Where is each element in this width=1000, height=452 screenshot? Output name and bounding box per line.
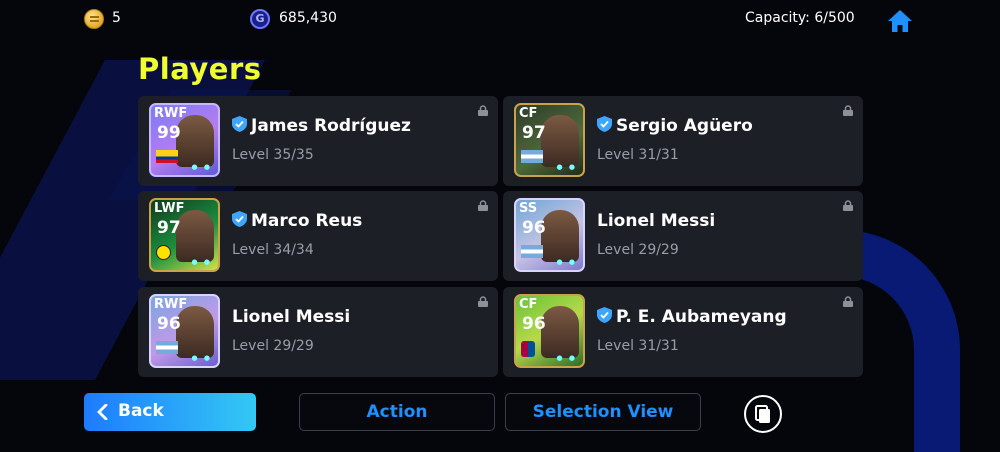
page-title: Players [138,52,262,86]
club-badge-icon [521,341,535,357]
player-portrait [541,115,579,167]
lock-icon [478,200,488,211]
lock-icon [843,296,853,307]
club-badge-icon [156,245,171,260]
player-name: Lionel Messi [597,211,716,231]
colombia-flag-icon [156,150,178,163]
capacity-label: Capacity: 6/500 [745,10,855,26]
player-position: RWF [154,106,188,121]
player-card[interactable]: LWF 97 ● ● Marco Reus Level 34/34 [138,191,498,281]
selection-view-button-label: Selection View [532,402,674,422]
argentina-flag-icon [521,245,543,258]
player-level: Level 29/29 [597,242,679,258]
player-name-row: Lionel Messi [597,211,715,231]
player-thumbnail: LWF 97 ● ● [149,198,220,272]
player-thumbnail: CF 96 ● ● [514,294,585,368]
player-name-row: Marco Reus [232,211,362,231]
player-name: P. E. Aubameyang [616,307,787,327]
copy-button[interactable] [744,395,782,433]
player-thumbnail: CF 97 ● ● [514,103,585,177]
player-name: Sergio Agüero [616,116,753,136]
player-rating: 96 [522,314,546,334]
skill-dots-icon: ● ● [556,163,577,171]
skill-dots-icon: ● ● [556,258,577,266]
player-name: Marco Reus [251,211,363,231]
skill-dots-icon: ● ● [191,354,212,362]
player-level: Level 35/35 [232,147,314,163]
coin-icon [84,9,104,29]
player-card[interactable]: RWF 96 ● ● Lionel Messi Level 29/29 [138,287,498,377]
argentina-flag-icon [156,341,178,354]
coin-count: 5 [112,10,121,26]
player-portrait [176,210,214,262]
player-position: LWF [154,201,185,216]
player-rating: 96 [157,314,181,334]
skill-dots-icon: ● ● [191,258,212,266]
home-icon[interactable] [886,8,914,34]
gp-count: 685,430 [279,10,337,26]
argentina-flag-icon [521,150,543,163]
player-level: Level 31/31 [597,147,679,163]
chevron-left-icon [97,404,108,420]
player-portrait [541,210,579,262]
action-button[interactable]: Action [299,393,495,431]
player-level: Level 29/29 [232,338,314,354]
player-thumbnail: RWF 96 ● ● [149,294,220,368]
player-name-row: James Rodríguez [232,116,411,136]
player-position: CF [519,106,538,121]
lock-icon [478,296,488,307]
player-position: SS [519,201,538,216]
player-card[interactable]: SS 96 ● ● Lionel Messi Level 29/29 [503,191,863,281]
selection-view-button[interactable]: Selection View [505,393,701,431]
player-name-row: P. E. Aubameyang [597,307,787,327]
player-portrait [176,115,214,167]
back-button-label: Back [118,401,164,421]
lock-icon [843,200,853,211]
player-position: CF [519,297,538,312]
verified-badge-icon [597,116,612,132]
player-rating: 99 [157,123,181,143]
player-thumbnail: RWF 99 ● ● [149,103,220,177]
top-bar: 5 G 685,430 Capacity: 6/500 [0,6,1000,32]
player-level: Level 34/34 [232,242,314,258]
action-button-label: Action [366,402,428,422]
player-rating: 96 [522,218,546,238]
player-rating: 97 [522,123,546,143]
verified-badge-icon [597,307,612,323]
player-level: Level 31/31 [597,338,679,354]
skill-dots-icon: ● ● [556,354,577,362]
lock-icon [478,105,488,116]
lock-icon [843,105,853,116]
player-name-row: Sergio Agüero [597,116,753,136]
verified-badge-icon [232,116,247,132]
verified-badge-icon [232,211,247,227]
player-card[interactable]: CF 97 ● ● Sergio Agüero Level 31/31 [503,96,863,186]
copy-icon [755,405,770,423]
player-position: RWF [154,297,188,312]
player-thumbnail: SS 96 ● ● [514,198,585,272]
player-name: Lionel Messi [232,307,351,327]
skill-dots-icon: ● ● [191,163,212,171]
back-button[interactable]: Back [84,393,256,431]
player-portrait [176,306,214,358]
player-rating: 97 [157,218,181,238]
player-card[interactable]: CF 96 ● ● P. E. Aubameyang Level 31/31 [503,287,863,377]
player-portrait [541,306,579,358]
player-name-row: Lionel Messi [232,307,350,327]
gp-icon: G [250,9,270,29]
player-name: James Rodríguez [251,116,411,136]
player-card[interactable]: RWF 99 ● ● James Rodríguez Level 35/35 [138,96,498,186]
